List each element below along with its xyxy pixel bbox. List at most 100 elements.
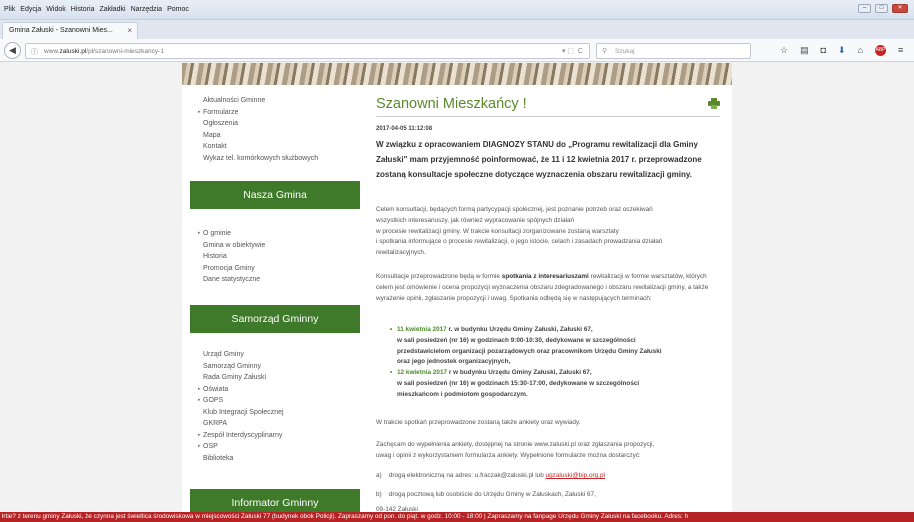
sidebar-item-historia[interactable]: Historia — [190, 251, 360, 263]
meeting-date: 11 kwietnia 2017 — [397, 326, 447, 333]
paragraph-survey: W trakcie spotkań przeprowadzone zostaną… — [376, 419, 581, 426]
download-icon[interactable]: ⬇ — [838, 45, 846, 56]
sidebar-item-gops[interactable]: GOPS — [190, 395, 360, 407]
sidebar-item-oswiata[interactable]: Oświata — [190, 384, 360, 396]
tab-close-icon[interactable]: × — [127, 26, 132, 35]
menu-bookmarks[interactable]: Zakładki — [99, 6, 125, 13]
tab-title: Gmina Załuski - Szanowni Mies... — [9, 27, 113, 34]
menu-bar: Plik Edycja Widok Historia Zakładki Narz… — [0, 0, 914, 20]
tab-strip: Gmina Załuski - Szanowni Mies... × + — [0, 20, 914, 54]
close-window-icon[interactable]: ✕ — [892, 4, 908, 13]
menu-view[interactable]: Widok — [46, 6, 65, 13]
maximize-icon[interactable]: □ — [875, 4, 888, 13]
text-line: w sali posiedzeń (nr 16) w godzinach 15:… — [397, 379, 640, 387]
text-line: Celem konsultacji, będących formą partyc… — [376, 206, 653, 213]
option-a: a) drogą elektroniczną na adres: u.fracz… — [376, 472, 720, 479]
url-text: www.zaluski.pl/pl/szanowni-mieszkancy-1 — [44, 48, 164, 55]
samorzad-list: Urząd Gminy Samorząd Gminny Rada Gminy Z… — [190, 349, 360, 464]
text-span: Konsultacje przeprowadzone będą w formie — [376, 273, 502, 280]
list-item: 11 kwietnia 2017 r. w budynku Urzędu Gmi… — [390, 325, 720, 368]
sidebar-item-klub-integracji[interactable]: Klub Integracji Społecznej — [190, 407, 360, 419]
browser-tab[interactable]: Gmina Załuski - Szanowni Mies... × — [2, 22, 138, 39]
option-label: a) — [376, 472, 382, 479]
paragraph-form: Konsultacje przeprowadzone będą w formie… — [376, 272, 720, 304]
minimize-icon[interactable]: – — [858, 4, 871, 13]
sidebar-item-zespol[interactable]: Zespół Interdyscyplinarny — [190, 430, 360, 442]
meeting-list: 11 kwietnia 2017 r. w budynku Urzędu Gmi… — [390, 325, 720, 401]
page-title: Szanowni Mieszkańcy ! — [376, 96, 527, 112]
nasza-gmina-list: O gminie Gmina w obiektywie Historia Pro… — [190, 228, 360, 286]
header-banner-image — [182, 63, 732, 85]
back-arrow-icon[interactable]: ◀ — [4, 42, 21, 59]
reader-reload-icons[interactable]: ▾ ⬚ C — [562, 47, 583, 55]
adblock-icon[interactable]: ABP — [875, 45, 887, 56]
text-line: w procesie rewitalizacji gminy. W trakci… — [376, 227, 619, 235]
menu-list: Plik Edycja Widok Historia Zakładki Narz… — [4, 6, 189, 13]
article-date: 2017-04-05 11:12:08 — [376, 126, 433, 132]
bookmark-star-icon[interactable]: ☆ — [780, 45, 788, 56]
sidebar-item-gmina-w-obiektywie[interactable]: Gmina w obiektywie — [190, 240, 360, 252]
printer-icon[interactable] — [708, 98, 720, 109]
option-label: b) — [376, 491, 382, 498]
news-ticker[interactable]: łrtie? z terenu gminy Załuski, że czynna… — [0, 512, 914, 522]
menu-history[interactable]: Historia — [71, 6, 95, 13]
text-span: r w budynku Urzędu Gminy Załuski, Załusk… — [447, 369, 592, 377]
list-item: 12 kwietnia 2017 r w budynku Urzędu Gmin… — [390, 368, 720, 400]
menu-file[interactable]: Plik — [4, 6, 15, 13]
text-span: drogą elektroniczną na adres: u.fraczak@… — [388, 472, 546, 479]
meeting-date: 12 kwietnia 2017 — [397, 369, 448, 377]
text-line: wszystkich interesariuszy, jak również w… — [376, 216, 575, 224]
info-icon[interactable]: ⓘ — [31, 47, 38, 57]
sidebar: Aktualności Gminne Formularze Ogłoszenia… — [190, 95, 360, 517]
sidebar-item-gkrpa[interactable]: GKRPA — [190, 418, 360, 430]
toolbar-icons: ☆ ▤ ◘ ⬇ ⌂ ABP ≡ — [780, 45, 903, 56]
sidebar-item-rada-gminy[interactable]: Rada Gminy Załuski — [190, 372, 360, 384]
sidebar-item-wykaz-tel[interactable]: Wykaz tel. komórkowych służbowych — [190, 153, 360, 165]
library-icon[interactable]: ▤ — [800, 45, 809, 56]
text-line: przedstawicielom organizacji pozarządowy… — [397, 347, 662, 355]
text-line: Zachęcam do wypełnienia ankiety, dostępn… — [376, 441, 655, 448]
text-line: oraz jego jednostek organizacyjnych, — [397, 358, 511, 366]
text-line: i spotkania informujące o procesie rewit… — [376, 238, 663, 246]
menu-help[interactable]: Pomoc — [167, 6, 189, 13]
window-controls: – □ ✕ — [858, 4, 908, 13]
search-bar[interactable]: ⚲ Szukaj — [596, 43, 751, 59]
email-link[interactable]: ugzaluski@bip.org.pl — [546, 472, 605, 479]
sidebar-item-ogloszenia[interactable]: Ogłoszenia — [190, 118, 360, 130]
section-header-nasza-gmina: Nasza Gmina — [190, 181, 360, 209]
title-divider — [376, 116, 720, 117]
address-bar[interactable]: ⓘ www.zaluski.pl/pl/szanowni-mieszkancy-… — [25, 43, 590, 59]
sidebar-item-promocja[interactable]: Promocja Gminy — [190, 263, 360, 275]
sidebar-item-osp[interactable]: OSP — [190, 441, 360, 453]
section-header-samorzad: Samorząd Gminny — [190, 305, 360, 333]
navigation-bar: ◀ ⓘ www.zaluski.pl/pl/szanowni-mieszkanc… — [0, 39, 914, 62]
sidebar-item-formularze[interactable]: Formularze — [190, 107, 360, 119]
paragraph-goal: Celem konsultacji, będących formą partyc… — [376, 205, 718, 259]
menu-edit[interactable]: Edycja — [20, 6, 41, 13]
sidebar-item-urzad-gminy[interactable]: Urząd Gminy — [190, 349, 360, 361]
sidebar-item-biblioteka[interactable]: Biblioteka — [190, 453, 360, 465]
sidebar-item-samorzad-gminny[interactable]: Samorząd Gminny — [190, 361, 360, 373]
hamburger-menu-icon[interactable]: ≡ — [898, 45, 903, 56]
sidebar-item-dane-statystyczne[interactable]: Dane statystyczne — [190, 274, 360, 286]
pocket-icon[interactable]: ◘ — [821, 45, 826, 56]
sidebar-item-o-gminie[interactable]: O gminie — [190, 228, 360, 240]
home-icon[interactable]: ⌂ — [858, 45, 863, 56]
sidebar-item-mapa[interactable]: Mapa — [190, 130, 360, 142]
search-icon: ⚲ — [602, 48, 608, 55]
text-line: mieszkańcom i podmiotom gospodarczym. — [397, 390, 528, 398]
menu-tools[interactable]: Narzędzia — [131, 6, 163, 13]
text-line: w sali posiedzeń (nr 16) w godzinach 9:0… — [397, 336, 636, 344]
sidebar-item-aktualnosci[interactable]: Aktualności Gminne — [190, 95, 360, 107]
article-lead: W związku z opracowaniem DIAGNOZY STANU … — [376, 140, 702, 180]
option-b: b) drogą pocztową lub osobiście do Urzęd… — [376, 491, 720, 498]
paragraph-encourage: Zachęcam do wypełnienia ankiety, dostępn… — [376, 440, 720, 462]
sidebar-item-kontakt[interactable]: Kontakt — [190, 141, 360, 153]
article: Szanowni Mieszkańcy ! 2017-04-05 11:12:0… — [376, 95, 720, 513]
text-line: uwag i opinii z wykorzystaniem formularz… — [376, 451, 641, 459]
text-span: r. w budynku Urzędu Gminy Załuski, Załus… — [446, 326, 593, 333]
text-bold: spotkania z interesariuszami — [501, 273, 589, 280]
text-line: rewitalizacyjnych. — [376, 249, 426, 257]
text-span: drogą pocztową lub osobiście do Urzędu G… — [388, 491, 596, 498]
search-placeholder: Szukaj — [615, 48, 635, 55]
